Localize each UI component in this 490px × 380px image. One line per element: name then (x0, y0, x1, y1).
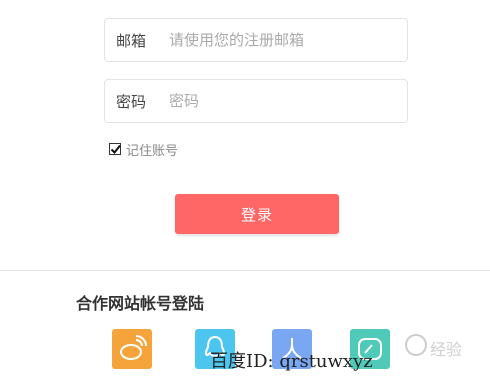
password-label: 密码 (116, 93, 147, 111)
remember-checkbox[interactable] (109, 143, 121, 155)
password-input[interactable] (169, 88, 399, 114)
watermark-logo-icon (405, 334, 427, 356)
weibo-login-button[interactable] (112, 329, 152, 369)
password-field[interactable]: 密码 (104, 79, 408, 123)
weibo-icon (120, 335, 147, 360)
watermark-text: 百度ID: qrstuwxyz (210, 351, 373, 372)
email-label: 邮箱 (116, 32, 147, 50)
remember-label: 记住账号 (126, 143, 179, 159)
remember-account[interactable]: 记住账号 (109, 140, 179, 159)
login-button[interactable]: 登录 (175, 194, 339, 234)
watermark-logo-text: 经验 (430, 340, 463, 359)
partner-login-title: 合作网站帐号登陆 (76, 294, 205, 313)
divider (0, 270, 490, 271)
email-field[interactable]: 邮箱 (104, 18, 408, 62)
email-input[interactable] (169, 27, 399, 53)
checkmark-icon (110, 144, 121, 155)
